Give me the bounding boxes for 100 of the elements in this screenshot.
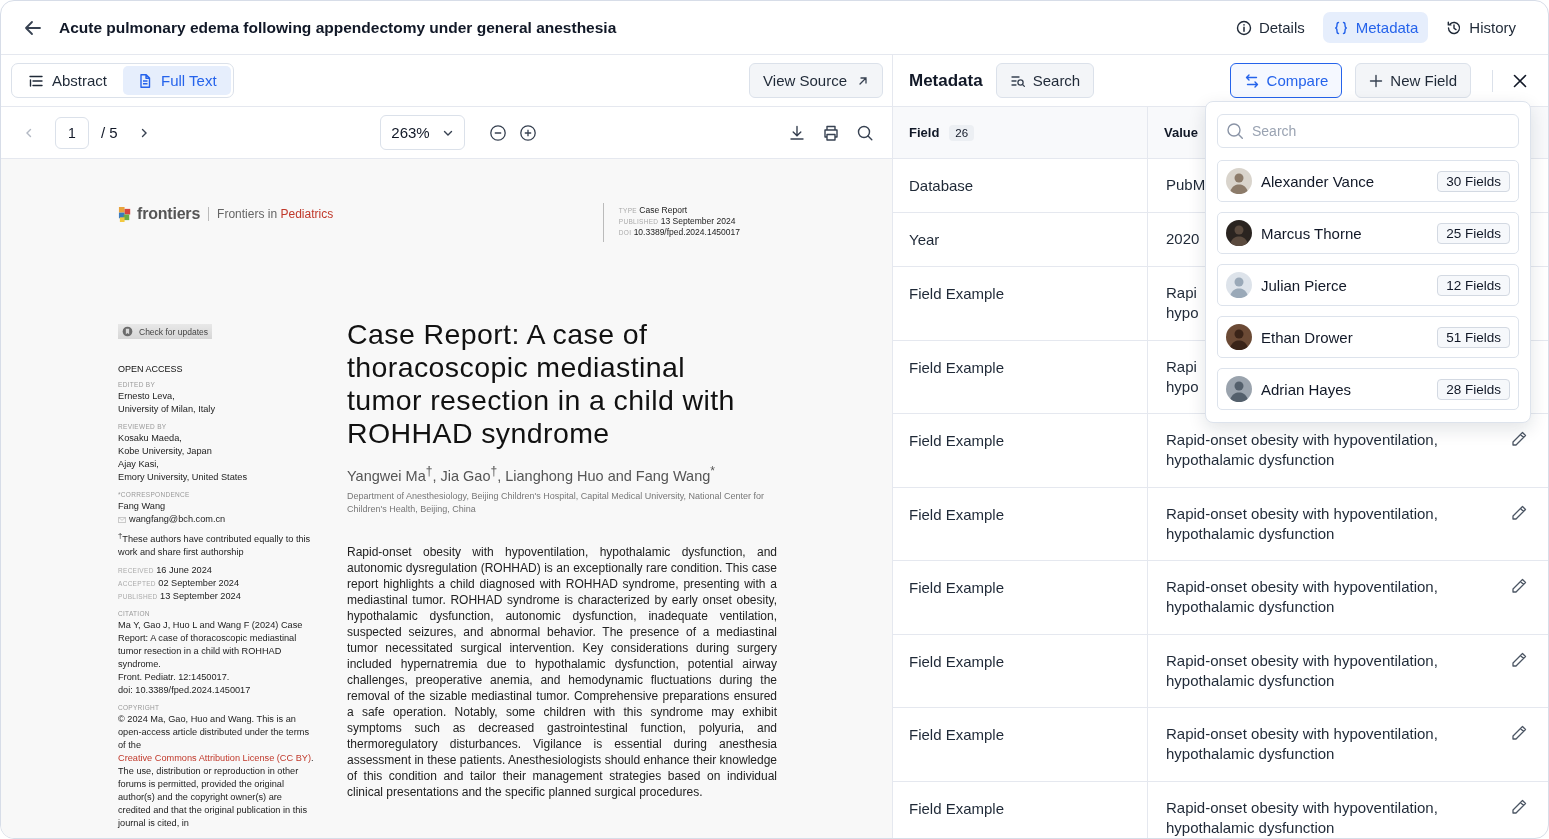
edit-icon[interactable]	[1510, 577, 1528, 595]
edit-icon[interactable]	[1510, 503, 1528, 522]
citation-text: Ma Y, Gao J, Huo L and Wang F (2024) Case Report: A case of thoracoscopic mediastinal tumor resection in a child with ROHHAD syndrome.	[118, 618, 304, 671]
zoom-out-icon[interactable]	[488, 123, 507, 142]
avatar-icon	[1226, 220, 1252, 246]
document-tab[interactable]: Abstract	[14, 66, 122, 95]
section-line: Fang Wang	[118, 500, 167, 513]
edit-icon[interactable]	[1510, 797, 1528, 816]
abstract-text: Rapid-onset obesity with hypoventilation, hypothalamic dysfunction, and autonomic dysregulation (ROHHAD) is an exceptionally rare condition. This case report highlights a child diagnosed with ROHHAD syndrome, presenting with a mediastinal tumor. ROHHAD syndrome is characterized by early onset obesity, hypothalamic dysfunction, autonomic dysfunction, inadequate ventilation, suspected seizures, and abnormal behavior. The presence of a mediastinal tumor necessitated surgical intervention. Key considerations during surgery included hypernatremia due to hypothalamic dysfunction, potential airway challenges, preoperative anemia, and hemodynamic fluctuations during the removal of the sizable mediastinal tumor. Comprehensive preparations ensured a safe operation. Notably, some children with this syndrome may exhibit symptoms such as decreased gastrointestinal function, polyuria, and thermoregulatory disturbances. Vigilance is essential during anesthesia assessment in these patients. Anesthesiologists should enhance their knowledge of this condition and tailor their management strategies based on individual clinical presentations and the specific planned surgical procedures.	[347, 543, 777, 800]
journal-name: Frontiers in Pediatrics	[208, 207, 334, 221]
mail-icon	[118, 516, 126, 523]
document-tab[interactable]: Full Text	[123, 66, 231, 95]
section-line: Ernesto Leva,	[118, 390, 176, 403]
field-value: PubM	[1166, 175, 1206, 195]
avatar-icon	[1226, 272, 1252, 298]
avatar-icon	[1226, 324, 1252, 350]
logo-icon	[118, 205, 133, 223]
citation-text: doi: 10.3389/fped.2024.1450017	[118, 683, 252, 697]
external-link-icon	[857, 74, 869, 87]
person-option[interactable]: Julian Pierce 12 Fields	[1217, 264, 1519, 306]
search-field[interactable]: Search	[1217, 114, 1519, 148]
section-line: University of Milan, Italy	[118, 403, 216, 416]
view-tab[interactable]: Details	[1225, 12, 1315, 43]
field-value: Rapid-onset obesity with hypoventilation, hypothalamic dysfunction	[1166, 430, 1438, 470]
section-line: Ajay Kasi,	[118, 458, 160, 471]
print-icon[interactable]	[822, 123, 840, 142]
person-option[interactable]: Marcus Thorne 25 Fields	[1217, 212, 1519, 254]
view-source-button[interactable]: View Source	[749, 63, 883, 98]
person-name: Ethan Drower	[1261, 328, 1354, 346]
search-button[interactable]: Search	[995, 63, 1095, 98]
view-tab[interactable]: Metadata	[1322, 12, 1429, 43]
swap-icon	[1243, 72, 1260, 89]
field-name: Field Example	[909, 505, 1005, 523]
article-title: Case Report: A case of thoracoscopic mediastinal tumor resection in a child with ROHHAD syndrome	[347, 318, 736, 450]
citation-text: Front. Pediatr. 12:1450017.	[118, 670, 231, 684]
brand-name: frontiers	[137, 205, 201, 223]
field-value: Rapid-onset obesity with hypoventilation, hypothalamic dysfunction	[1166, 797, 1438, 838]
email-address: wangfang@bch.com.cn	[129, 513, 226, 526]
count-badge: 26	[949, 124, 975, 141]
compare-button[interactable]: Compare	[1229, 63, 1343, 98]
section-line: Emory University, United States	[118, 471, 248, 484]
person-name: Adrian Hayes	[1261, 380, 1353, 398]
new-field-button[interactable]: New Field	[1355, 63, 1471, 98]
close-icon[interactable]	[1512, 72, 1528, 89]
panel-title: Metadata	[909, 70, 983, 91]
author-list: Yangwei Ma$^{†}$, Jia Gao$^{†}$, Lianghong Huo and Fang Wang$^{*}$	[347, 464, 777, 484]
field-name: Field Example	[909, 799, 1005, 817]
edit-icon[interactable]	[1510, 650, 1528, 669]
view-tab[interactable]: History	[1436, 12, 1526, 43]
person-name: Marcus Thorne	[1261, 224, 1363, 242]
avatar-icon	[1226, 376, 1252, 402]
field-value: Rapid-onset obesity with hypoventilation, hypothalamic dysfunction	[1166, 503, 1438, 544]
page-number-field[interactable]: 1	[55, 116, 89, 149]
field-value: Rapid-onset obesity with hypoventilation, hypothalamic dysfunction	[1166, 650, 1438, 691]
field-name: Field Example	[909, 285, 1005, 302]
section-line: Kobe University, Japan	[118, 445, 213, 458]
field-name: Field Example	[909, 652, 1005, 670]
open-access-label: OPEN ACCESS	[118, 364, 184, 374]
field-name: Field Example	[909, 432, 1005, 449]
field-count-badge: 12 Fields	[1437, 274, 1510, 296]
edit-icon[interactable]	[1510, 724, 1528, 742]
zoom-dropdown[interactable]: 263%	[380, 115, 465, 150]
license-link[interactable]: Creative Commons Attribution License (CC BY)	[118, 752, 311, 763]
field-name: Year	[909, 231, 940, 248]
page-total: / 5	[101, 124, 118, 141]
download-icon[interactable]	[788, 123, 806, 142]
braces-icon	[1332, 19, 1349, 36]
bookmark-icon	[122, 326, 133, 337]
footnote: $^{†}$These authors have contributed equally to this work and share first authorship	[118, 530, 312, 560]
person-option[interactable]: Alexander Vance 30 Fields	[1217, 160, 1519, 202]
field-value: Rapi hypo	[1166, 283, 1199, 323]
column-header: Field	[909, 125, 940, 140]
field-name: Field Example	[909, 579, 1005, 596]
field-name: Database	[909, 177, 974, 194]
plus-icon	[1369, 73, 1384, 88]
window-title: Acute pulmonary edema following appendectomy under general anesthesia	[59, 18, 617, 37]
search-icon[interactable]	[856, 123, 874, 142]
history-icon	[1446, 19, 1463, 36]
field-value: 2020	[1166, 229, 1200, 249]
person-option[interactable]: Adrian Hayes 28 Fields	[1217, 368, 1519, 410]
check-updates-label: Check for updates	[139, 326, 208, 337]
copyright-text: © 2024 Ma, Gao, Huo and Wang. This is an open-access article distributed under the terms of the Creative Commons Attribution License (CC BY). The use, distribution or reproduction in other forums is permitted, provided the original author(s) and the copyright owner(s) are credited and that the original publication in this journal is cited, in	[118, 712, 315, 830]
field-count-badge: 28 Fields	[1437, 378, 1510, 400]
field-value: Rapi hypo	[1166, 356, 1199, 397]
zoom-in-icon[interactable]	[518, 123, 537, 142]
person-name: Julian Pierce	[1261, 276, 1348, 294]
column-header: Value	[1164, 125, 1198, 140]
info-icon	[1235, 19, 1252, 36]
field-name: Field Example	[909, 726, 1005, 743]
person-option[interactable]: Ethan Drower 51 Fields	[1217, 316, 1519, 358]
avatar-icon	[1226, 168, 1252, 194]
section-line: Kosaku Maeda,	[118, 432, 183, 445]
field-value: Rapid-onset obesity with hypoventilation, hypothalamic dysfunction	[1166, 724, 1438, 764]
field-value: Rapid-onset obesity with hypoventilation, hypothalamic dysfunction	[1166, 577, 1438, 617]
edit-icon[interactable]	[1510, 430, 1528, 448]
field-count-badge: 51 Fields	[1437, 326, 1510, 348]
field-count-badge: 25 Fields	[1437, 222, 1510, 244]
field-name: Field Example	[909, 358, 1005, 376]
affiliation: Department of Anesthesiology, Beijing Children's Hospital, Capital Medical University, National Center for Children's Health, Beijing, China	[347, 489, 766, 516]
person-name: Alexander Vance	[1261, 172, 1376, 190]
